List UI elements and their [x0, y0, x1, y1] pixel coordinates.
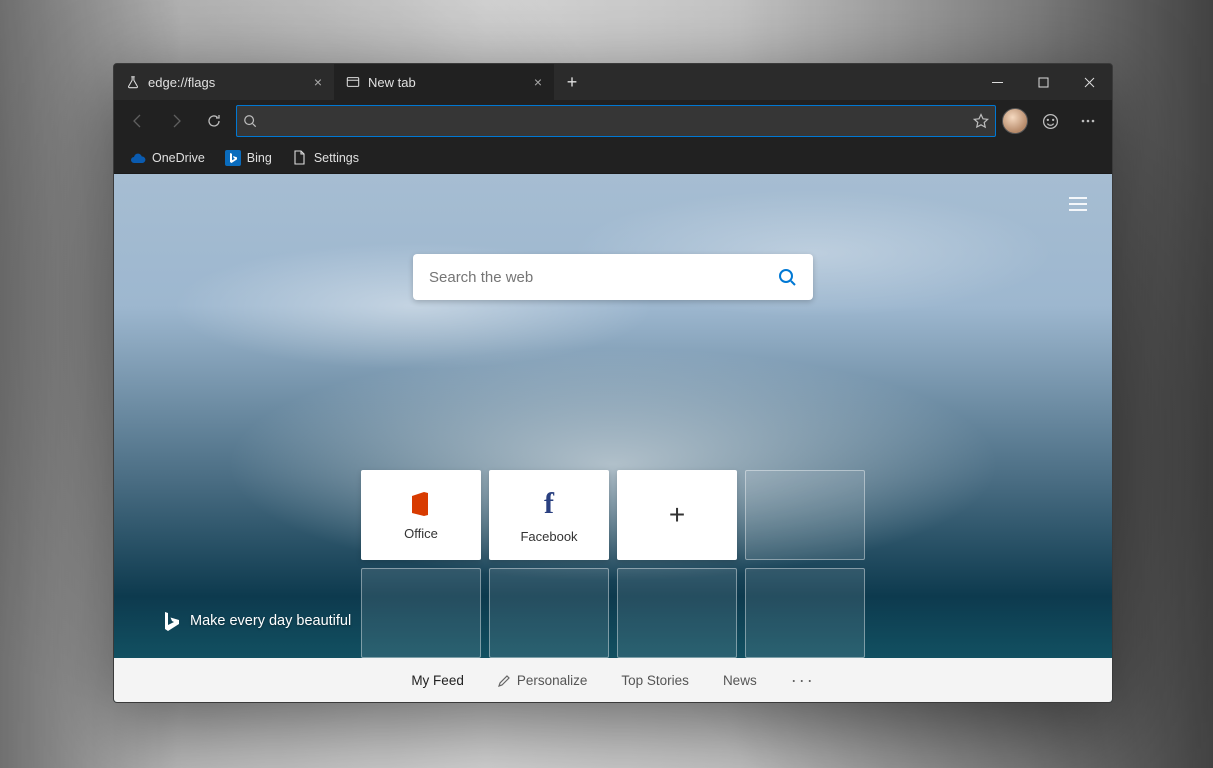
feed-label: Personalize: [517, 673, 588, 688]
maximize-button[interactable]: [1020, 64, 1066, 100]
address-bar[interactable]: [236, 105, 996, 137]
tile-empty[interactable]: [745, 470, 865, 560]
tile-empty[interactable]: [361, 568, 481, 658]
close-window-button[interactable]: [1066, 64, 1112, 100]
bing-tagline-text: Make every day beautiful: [190, 613, 351, 629]
favorite-star-icon[interactable]: [973, 113, 989, 129]
new-tab-page: Office f Facebook + Make every day beaut…: [114, 174, 1112, 702]
search-icon: [243, 114, 257, 128]
feed-tab-personalize[interactable]: Personalize: [498, 673, 588, 688]
tile-label: Facebook: [520, 529, 577, 544]
tile-empty[interactable]: [617, 568, 737, 658]
tab-close-button[interactable]: ×: [534, 74, 542, 90]
minimize-button[interactable]: [974, 64, 1020, 100]
ntp-search-input[interactable]: [429, 269, 777, 286]
tile-office[interactable]: Office: [361, 470, 481, 560]
favorite-onedrive[interactable]: OneDrive: [122, 146, 213, 170]
tab-flags[interactable]: edge://flags ×: [114, 64, 334, 100]
tab-newtab[interactable]: New tab ×: [334, 64, 554, 100]
browser-window: edge://flags × New tab × +: [113, 63, 1113, 703]
forward-button[interactable]: [160, 105, 192, 137]
address-input[interactable]: [263, 113, 973, 129]
pencil-icon: [498, 674, 511, 687]
favorite-label: OneDrive: [152, 151, 205, 165]
ntp-search-box[interactable]: [413, 254, 813, 300]
feedback-button[interactable]: [1034, 105, 1066, 137]
tab-title: edge://flags: [148, 75, 215, 90]
tab-strip: edge://flags × New tab × +: [114, 64, 1112, 100]
tab-close-button[interactable]: ×: [314, 74, 322, 90]
ntp-menu-button[interactable]: [1062, 188, 1094, 220]
new-tab-button[interactable]: +: [554, 64, 590, 100]
feed-tab-news[interactable]: News: [723, 673, 757, 688]
favorite-label: Bing: [247, 151, 272, 165]
tile-empty[interactable]: [489, 568, 609, 658]
tile-label: Office: [404, 526, 438, 541]
feed-tab-topstories[interactable]: Top Stories: [621, 673, 689, 688]
cloud-icon: [130, 150, 146, 166]
bing-logo-icon: [162, 610, 180, 632]
favorite-settings[interactable]: Settings: [284, 146, 367, 170]
back-button[interactable]: [122, 105, 154, 137]
window-controls: [974, 64, 1112, 100]
feed-tab-myfeed[interactable]: My Feed: [411, 673, 464, 688]
toolbar: [114, 100, 1112, 142]
favorite-bing[interactable]: Bing: [217, 146, 280, 170]
flask-icon: [126, 75, 140, 89]
favorite-label: Settings: [314, 151, 359, 165]
feed-more-button[interactable]: ···: [791, 670, 815, 691]
tile-empty[interactable]: [745, 568, 865, 658]
bing-icon: [225, 150, 241, 166]
page-icon: [292, 150, 308, 166]
facebook-icon: f: [544, 487, 554, 521]
favorites-bar: OneDrive Bing Settings: [114, 142, 1112, 174]
tile-add[interactable]: +: [617, 470, 737, 560]
ntp-search-button[interactable]: [777, 267, 797, 287]
feed-bar: My Feed Personalize Top Stories News ···: [114, 658, 1112, 702]
refresh-button[interactable]: [198, 105, 230, 137]
newtab-icon: [346, 75, 360, 89]
quick-links-grid: Office f Facebook +: [361, 470, 865, 658]
profile-avatar[interactable]: [1002, 108, 1028, 134]
plus-icon: +: [669, 499, 685, 531]
bing-tagline: Make every day beautiful: [162, 610, 351, 632]
tile-facebook[interactable]: f Facebook: [489, 470, 609, 560]
office-icon: [408, 490, 434, 518]
tab-title: New tab: [368, 75, 416, 90]
settings-menu-button[interactable]: [1072, 105, 1104, 137]
